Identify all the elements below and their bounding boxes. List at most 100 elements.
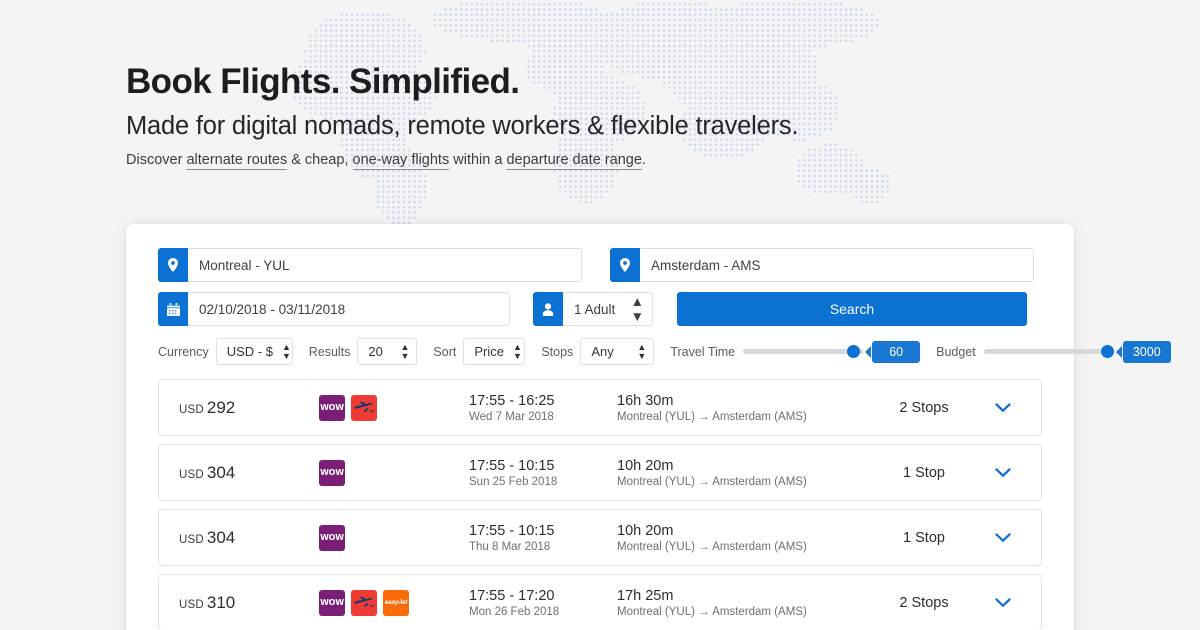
airline-logo-wow: WOW bbox=[319, 525, 345, 551]
flight-stops: 2 Stops bbox=[865, 400, 983, 416]
chevron-updown-icon: ▲▼ bbox=[282, 343, 291, 361]
stops-value: Any bbox=[591, 344, 613, 359]
airline-logo-wow-text: WOW bbox=[320, 468, 344, 477]
flight-currency: USD bbox=[179, 404, 204, 416]
flight-currency: USD bbox=[179, 534, 204, 546]
budget-label: Budget bbox=[936, 345, 976, 359]
chevron-updown-icon: ▲▼ bbox=[637, 343, 646, 361]
flight-time-cell: 17:55 - 10:15Thu 8 Mar 2018 bbox=[469, 523, 617, 553]
flight-route: Montreal (YUL) → Amsterdam (AMS) bbox=[617, 541, 865, 553]
filter-results: Results 20 ▲▼ bbox=[309, 338, 418, 365]
flight-duration-cell: 10h 20m Montreal (YUL) → Amsterdam (AMS) bbox=[617, 523, 865, 553]
flight-price-cell: USD310 bbox=[179, 593, 319, 613]
flight-price-amount: 304 bbox=[207, 463, 235, 482]
tagline-link-alternate-routes[interactable]: alternate routes bbox=[186, 152, 287, 170]
airline-logo-wow: WOW bbox=[319, 460, 345, 486]
flight-time-cell: 17:55 - 17:20Mon 26 Feb 2018 bbox=[469, 588, 617, 618]
destination-value[interactable]: Amsterdam - AMS bbox=[640, 248, 1034, 282]
airline-logos: WOW bbox=[319, 460, 469, 486]
travel-time-label: Travel Time bbox=[670, 345, 735, 359]
flight-stops: 2 Stops bbox=[865, 595, 983, 611]
flight-price-cell: USD304 bbox=[179, 463, 319, 483]
travel-time-value: 60 bbox=[872, 341, 920, 363]
filter-currency: Currency USD - $ ▲▼ bbox=[158, 338, 293, 365]
budget-value: 3000 bbox=[1123, 341, 1171, 363]
chevron-updown-icon: ▲▼ bbox=[400, 343, 409, 361]
passengers-select[interactable]: 1 Adult ▲▼ bbox=[533, 292, 653, 326]
flight-duration-cell: 10h 20m Montreal (YUL) → Amsterdam (AMS) bbox=[617, 458, 865, 488]
page-title: Book Flights. Simplified. bbox=[126, 62, 1200, 102]
chevron-down-icon[interactable] bbox=[983, 598, 1023, 608]
calendar-icon bbox=[158, 292, 188, 326]
flight-duration: 16h 30m bbox=[617, 393, 865, 409]
passengers-field[interactable]: 1 Adult ▲▼ bbox=[563, 292, 653, 326]
flight-date: Wed 7 Mar 2018 bbox=[469, 411, 617, 423]
flight-price-cell: USD292 bbox=[179, 398, 319, 418]
sort-select[interactable]: Price ▲▼ bbox=[463, 338, 525, 365]
currency-label: Currency bbox=[158, 345, 209, 359]
flight-duration: 10h 20m bbox=[617, 523, 865, 539]
spinner-arrows-icon: ▲▼ bbox=[631, 294, 644, 324]
filter-travel-time: Travel Time 60 bbox=[670, 341, 920, 363]
origin-value[interactable]: Montreal - YUL bbox=[188, 248, 582, 282]
currency-select[interactable]: USD - $ ▲▼ bbox=[216, 338, 293, 365]
map-pin-icon bbox=[610, 248, 640, 282]
airline-logos: WOW bbox=[319, 525, 469, 551]
budget-slider[interactable] bbox=[984, 349, 1114, 354]
chevron-down-icon[interactable] bbox=[983, 533, 1023, 543]
flight-times: 17:55 - 10:15 bbox=[469, 523, 617, 539]
destination-input[interactable]: Amsterdam - AMS bbox=[610, 248, 1034, 282]
date-range-input[interactable]: 02/10/2018 - 03/11/2018 bbox=[158, 292, 510, 326]
budget-slider-handle[interactable] bbox=[1101, 345, 1114, 358]
page-subtitle: Made for digital nomads, remote workers … bbox=[126, 112, 1200, 141]
flight-result-row[interactable]: USD292WOW 17:55 - 16:25 Wed 7 Mar 201816h … bbox=[158, 379, 1042, 436]
date-range-value[interactable]: 02/10/2018 - 03/11/2018 bbox=[188, 292, 510, 326]
hero-section: Book Flights. Simplified. Made for digit… bbox=[0, 0, 1200, 168]
airline-logo-plane bbox=[351, 590, 377, 616]
flight-time-cell: 17:55 - 10:15Sun 25 Feb 2018 bbox=[469, 458, 617, 488]
flight-date: Mon 26 Feb 2018 bbox=[469, 606, 617, 618]
flight-route: Montreal (YUL) → Amsterdam (AMS) bbox=[617, 476, 865, 488]
search-card: Montreal - YUL Amsterdam - AMS 02/10/201… bbox=[126, 224, 1074, 630]
flight-result-row[interactable]: USD304WOW 17:55 - 10:15Thu 8 Mar 201810h … bbox=[158, 509, 1042, 566]
search-button[interactable]: Search bbox=[677, 292, 1027, 326]
tagline-text-4: . bbox=[642, 152, 646, 168]
flight-results-list: USD292WOW17:55 - 16:25Wed 7 Mar 201816h … bbox=[158, 379, 1042, 630]
flight-date: Sun 25 Feb 2018 bbox=[469, 476, 617, 488]
origin-input[interactable]: Montreal - YUL bbox=[158, 248, 582, 282]
flight-duration: 10h 20m bbox=[617, 458, 865, 474]
flight-result-row[interactable]: USD310WOWeasyJet17:55 - 17:20Mon 26 Feb … bbox=[158, 574, 1042, 630]
airline-logo-wow: WOW bbox=[319, 395, 345, 421]
tagline-text-3: within a bbox=[449, 152, 506, 168]
tagline-link-one-way-flights[interactable]: one-way flights bbox=[353, 152, 450, 170]
stops-select[interactable]: Any ▲▼ bbox=[580, 338, 654, 365]
results-select[interactable]: 20 ▲▼ bbox=[357, 338, 417, 365]
flight-price: USD292 bbox=[179, 398, 319, 418]
flight-route: Montreal (YUL) → Amsterdam (AMS) bbox=[617, 606, 865, 618]
travel-time-slider-handle[interactable] bbox=[847, 345, 860, 358]
flight-time-cell: 17:55 - 16:25 Wed 7 Mar 2018 bbox=[469, 393, 617, 423]
airplane-icon bbox=[354, 596, 374, 610]
flight-times: 17:55 - 16:25 bbox=[469, 393, 617, 409]
flight-price: USD304 bbox=[179, 528, 319, 548]
airline-logo-easyjet-text: easyJet bbox=[385, 599, 407, 606]
form-row-locations: Montreal - YUL Amsterdam - AMS bbox=[158, 248, 1042, 282]
travel-time-slider[interactable] bbox=[743, 349, 863, 354]
sort-value: Price bbox=[474, 344, 504, 359]
tagline-text-2: & cheap, bbox=[287, 152, 352, 168]
filter-sort: Sort Price ▲▼ bbox=[433, 338, 525, 365]
chevron-down-icon[interactable] bbox=[983, 468, 1023, 478]
airline-logos: WOW bbox=[319, 395, 469, 421]
flight-currency: USD bbox=[179, 469, 204, 481]
flight-duration-cell: 17h 25mMontreal (YUL) → Amsterdam (AMS) bbox=[617, 588, 865, 618]
airline-logo-plane bbox=[351, 395, 377, 421]
chevron-updown-icon: ▲▼ bbox=[513, 343, 522, 361]
airline-logo-easyjet: easyJet bbox=[383, 590, 409, 616]
flight-result-row[interactable]: USD304WOW17:55 - 10:15Sun 25 Feb 201810h… bbox=[158, 444, 1042, 501]
tagline-link-departure-date-range[interactable]: departure date range bbox=[506, 152, 641, 170]
chevron-down-icon[interactable] bbox=[983, 403, 1023, 413]
user-icon bbox=[533, 292, 563, 326]
flight-price-cell: USD304 bbox=[179, 528, 319, 548]
filter-stops: Stops Any ▲▼ bbox=[541, 338, 654, 365]
airline-logos: WOWeasyJet bbox=[319, 590, 469, 616]
